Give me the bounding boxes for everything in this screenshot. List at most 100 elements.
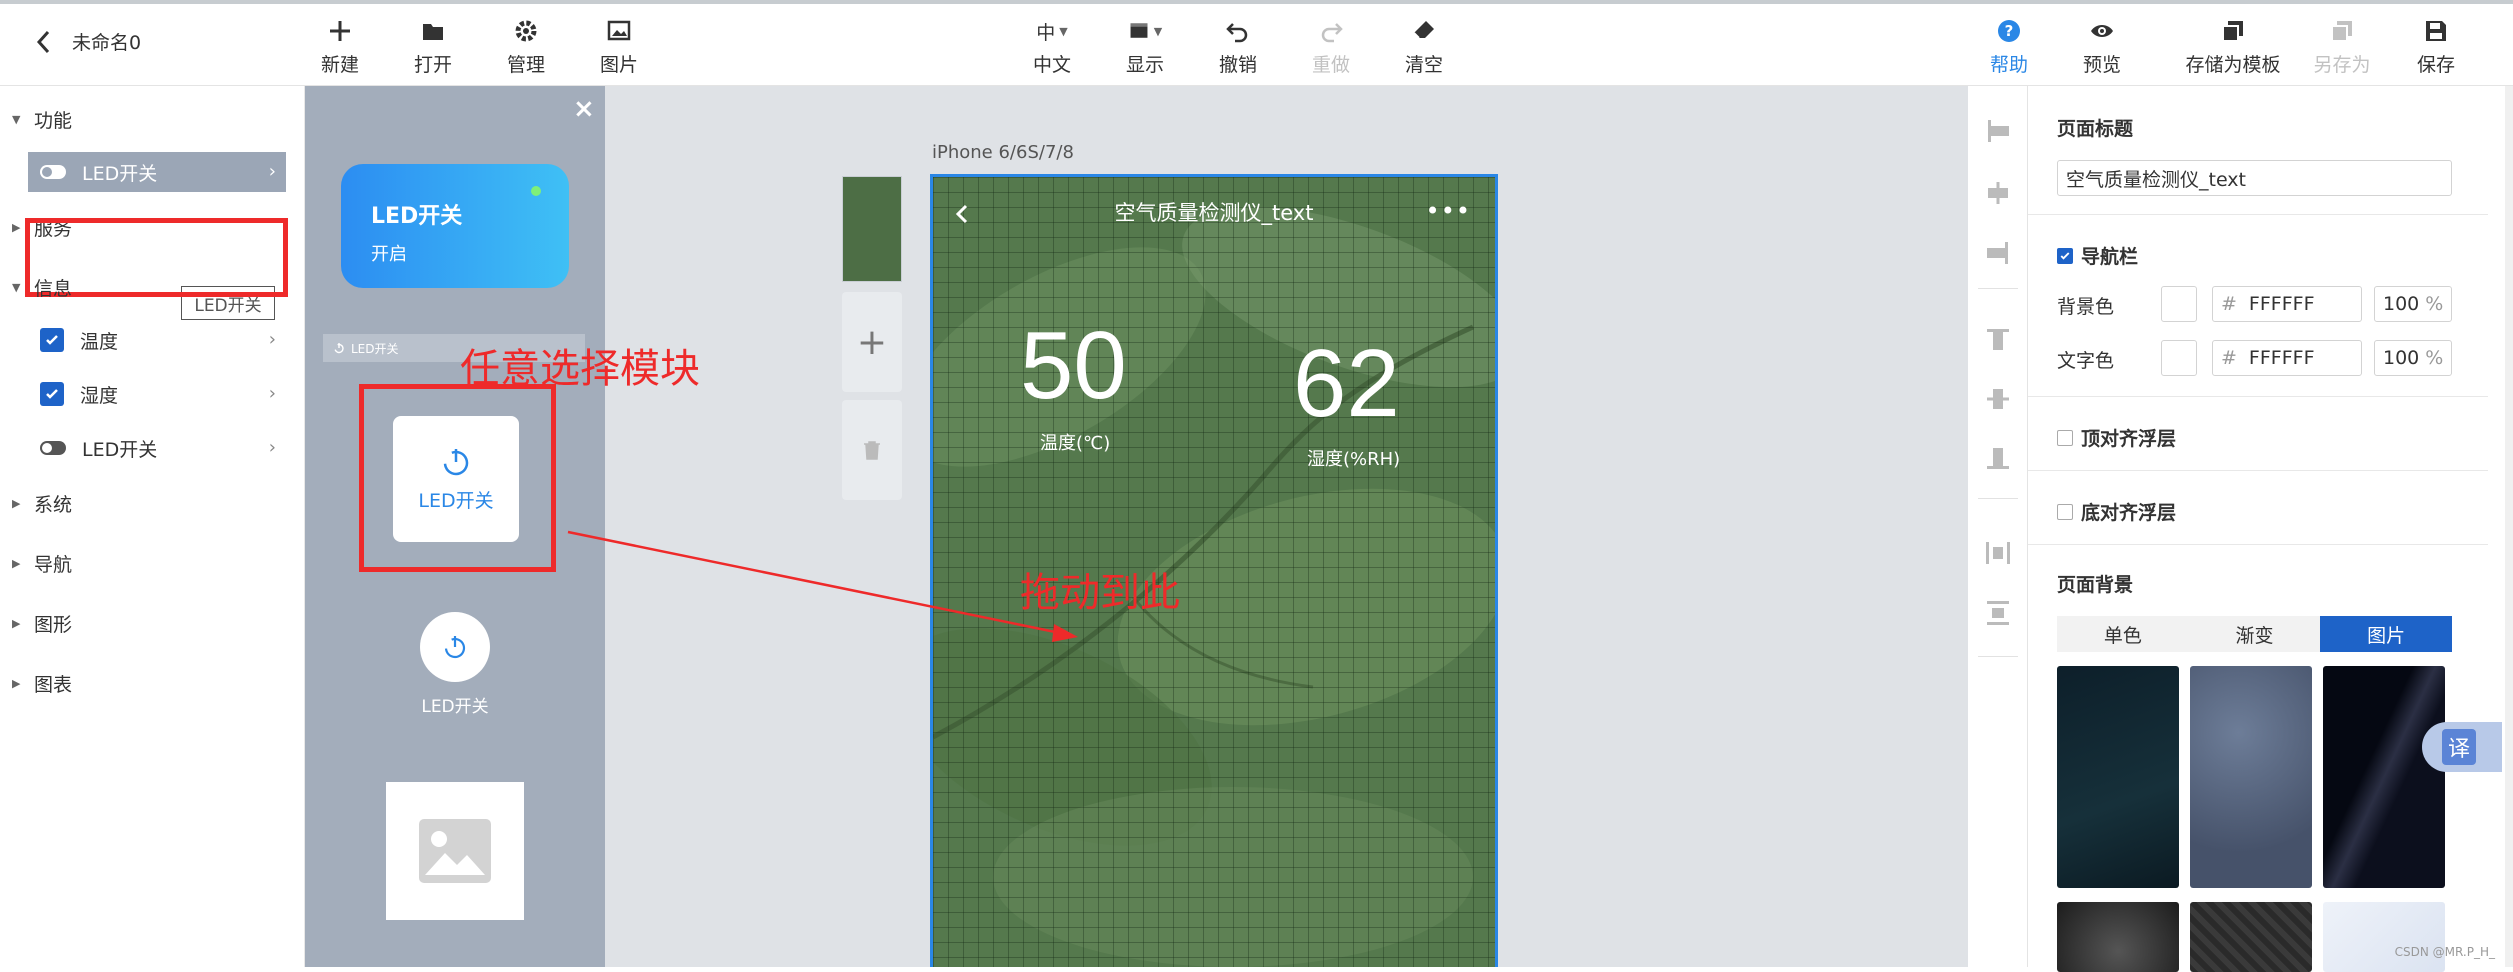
sidebar-item-label: LED开关	[82, 438, 158, 461]
undo-label: 撤销	[1218, 54, 1257, 76]
background-option-light[interactable]	[2323, 902, 2445, 972]
bg-alpha-input[interactable]: 100 %	[2374, 286, 2452, 322]
toggle-icon	[40, 441, 66, 455]
add-page-button[interactable]: +	[842, 292, 902, 392]
align-middle-vertical-icon[interactable]	[1983, 384, 2013, 414]
image-button[interactable]: 图片	[579, 16, 659, 77]
bg-color-swatch[interactable]	[2161, 286, 2197, 322]
background-option-night[interactable]	[2323, 666, 2445, 888]
circle-label: LED开关	[421, 697, 489, 717]
close-icon[interactable]: ×	[573, 94, 595, 124]
save-as-label: 另存为	[2313, 54, 2371, 76]
checkbox-unchecked-icon	[2057, 503, 2073, 520]
humidity-caption: 湿度(%RH)	[1307, 449, 1401, 470]
align-center-horizontal-icon[interactable]	[1983, 178, 2013, 208]
section-label: 功能	[34, 110, 73, 132]
clear-button[interactable]: 清空	[1384, 16, 1464, 77]
translate-widget[interactable]: 译	[2422, 722, 2502, 772]
navbar-checkbox[interactable]: 导航栏	[2057, 242, 2138, 269]
caret-down-icon: ▼	[12, 113, 21, 126]
undo-button[interactable]: 撤销	[1198, 16, 1278, 77]
top-float-label: 顶对齐浮层	[2081, 428, 2177, 450]
preview-button[interactable]: 预览	[2062, 16, 2142, 77]
sidebar-item-led-switch-info[interactable]: LED开关 ›	[28, 428, 286, 468]
eye-icon	[2091, 25, 2113, 37]
section-system[interactable]: ▶ 系统	[12, 490, 72, 517]
save-button[interactable]: 保存	[2396, 16, 2476, 77]
card-title: LED开关	[371, 204, 463, 229]
save-template-label: 存储为模板	[2185, 54, 2281, 76]
page-title-input[interactable]: 空气质量检测仪_text	[2057, 160, 2452, 196]
open-button[interactable]: 打开	[393, 16, 473, 77]
back-button[interactable]: 未命名0	[34, 28, 141, 55]
help-icon: ?	[1998, 20, 2020, 42]
window-top-stripe	[0, 0, 2513, 4]
humidity-value[interactable]: 62	[1293, 329, 1400, 439]
image-placeholder-component[interactable]	[386, 782, 524, 920]
display-button[interactable]: ▼ 显示	[1105, 16, 1185, 77]
background-option-dark-teal[interactable]	[2057, 666, 2179, 888]
tab-gradient[interactable]: 渐变	[2189, 616, 2321, 652]
background-option-dark-pattern[interactable]	[2190, 902, 2312, 972]
template-icon	[2222, 21, 2243, 42]
sidebar-item-humidity[interactable]: 湿度 ›	[28, 374, 286, 414]
section-info[interactable]: ▼ 信息	[12, 274, 72, 301]
text-color-hex-input[interactable]: # FFFFFF	[2212, 340, 2362, 376]
section-charts[interactable]: ▶ 图表	[12, 670, 72, 697]
checkbox-unchecked-icon	[2057, 429, 2073, 446]
background-option-slate-bokeh[interactable]	[2190, 666, 2312, 888]
led-card-component[interactable]: LED开关 开启	[341, 164, 569, 288]
temperature-value[interactable]: 50	[1020, 311, 1127, 421]
align-bottom-icon[interactable]	[1983, 444, 2013, 474]
background-option-dark-hex[interactable]	[2057, 902, 2179, 972]
help-button[interactable]: ? 帮助	[1969, 16, 2049, 77]
caret-down-icon: ▼	[12, 281, 21, 294]
top-float-checkbox[interactable]: 顶对齐浮层	[2057, 424, 2176, 451]
save-template-button[interactable]: 存储为模板	[2183, 16, 2283, 77]
align-top-icon[interactable]	[1983, 324, 2013, 354]
save-as-button[interactable]: 另存为	[2302, 16, 2382, 77]
sidebar-item-led-switch[interactable]: LED开关 ›	[28, 152, 286, 192]
new-button[interactable]: 新建	[300, 16, 380, 77]
section-shapes[interactable]: ▶ 图形	[12, 610, 72, 637]
checkbox-checked-icon	[40, 328, 64, 352]
tab-solid[interactable]: 单色	[2057, 616, 2189, 652]
background-type-tabs: 单色 渐变 图片	[2057, 616, 2453, 652]
tab-image[interactable]: 图片	[2320, 616, 2453, 652]
text-alpha-input[interactable]: 100 %	[2374, 340, 2452, 376]
svg-text:?: ?	[2005, 22, 2014, 40]
manage-button[interactable]: 管理	[486, 16, 566, 77]
bg-color-hex-input[interactable]: # FFFFFF	[2212, 286, 2362, 322]
caret-down-icon: ▼	[1153, 24, 1163, 38]
clear-label: 清空	[1404, 54, 1443, 76]
language-code: 中	[1036, 21, 1056, 44]
translate-badge: 译	[2442, 729, 2477, 765]
more-icon[interactable]: •••	[1426, 197, 1471, 225]
sidebar-item-temperature[interactable]: 温度 ›	[28, 320, 286, 360]
redo-button[interactable]: 重做	[1291, 16, 1371, 77]
chevron-left-icon	[36, 30, 50, 53]
delete-page-button[interactable]	[842, 400, 902, 500]
image-icon	[419, 819, 491, 883]
align-right-icon[interactable]	[1983, 238, 2013, 268]
led-circle-component[interactable]	[420, 612, 490, 682]
open-label: 打开	[413, 54, 452, 76]
power-icon	[444, 636, 466, 659]
bg-alpha-value: 100	[2383, 293, 2420, 315]
align-left-icon[interactable]	[1983, 116, 2013, 146]
annotation-highlight-box	[359, 384, 556, 572]
page-thumbnail[interactable]	[842, 176, 902, 282]
scrollbar[interactable]	[2505, 86, 2513, 967]
section-navigation[interactable]: ▶ 导航	[12, 550, 72, 577]
bg-color-label: 背景色	[2057, 296, 2115, 318]
status-dot	[531, 186, 541, 196]
section-functions[interactable]: ▼ 功能	[12, 106, 72, 133]
watermark: CSDN @MR.P_H_	[2394, 945, 2495, 959]
language-label: 中文	[1032, 54, 1071, 76]
bottom-float-checkbox[interactable]: 底对齐浮层	[2057, 498, 2176, 525]
distribute-vertical-icon[interactable]	[1983, 598, 2013, 628]
text-color-swatch[interactable]	[2161, 340, 2197, 376]
distribute-horizontal-icon[interactable]	[1983, 538, 2013, 568]
text-color-label: 文字色	[2057, 350, 2115, 372]
language-button[interactable]: 中 ▼ 中文	[1012, 16, 1092, 77]
